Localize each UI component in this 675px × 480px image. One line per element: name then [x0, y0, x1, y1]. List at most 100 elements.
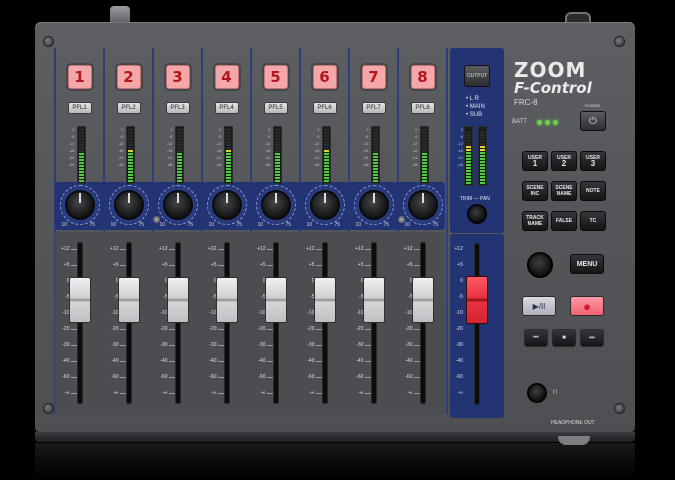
meter-segment [127, 141, 133, 143]
trim-knob[interactable] [211, 190, 242, 220]
channel-fader-knob[interactable] [362, 277, 385, 323]
meter-scale: 0 -6 -12 -18 -24 -48 [257, 126, 271, 168]
fader-scale-label: -30 [209, 342, 217, 348]
trim-knob[interactable] [64, 190, 95, 220]
meter-segment [421, 180, 427, 182]
play-pause-button[interactable]: ▶/II [522, 296, 556, 316]
output-button[interactable]: OUTPUT [464, 65, 490, 87]
fader-tick [266, 361, 273, 362]
pfl-button[interactable]: PFL5 [263, 102, 288, 114]
meter-segment [372, 177, 378, 179]
pfl-button[interactable]: PFL8 [410, 102, 435, 114]
note-button[interactable]: NOTE [580, 181, 606, 201]
fader-tick [413, 393, 420, 394]
trim-knob[interactable] [309, 190, 340, 220]
headphone-volume-knob[interactable] [527, 383, 547, 403]
user-3-button[interactable]: USER 3 [580, 151, 606, 171]
meter-segment [372, 135, 378, 137]
channel-select-button[interactable]: 5 [263, 65, 288, 89]
trim-knob[interactable] [407, 190, 438, 220]
channel-select-button[interactable]: 7 [361, 65, 386, 89]
false-button[interactable]: FALSE [551, 211, 577, 231]
menu-button[interactable]: MENU [570, 254, 604, 274]
fast-forward-button[interactable]: ⏭ [580, 329, 604, 347]
knob-min-label: 10 [404, 222, 411, 228]
rewind-button[interactable]: ⏮ [524, 329, 548, 347]
pfl-button[interactable]: PFL7 [361, 102, 386, 114]
meter-scale-label: -48 [264, 162, 271, 167]
channel-fader-knob[interactable] [313, 277, 336, 323]
channel-fader-knob[interactable] [411, 277, 434, 323]
channel-fader-knob[interactable] [166, 277, 189, 323]
power-button[interactable]: ⏻ [580, 111, 606, 131]
meter-segment [78, 177, 84, 179]
meter-segment [323, 156, 329, 158]
fader-tick [315, 249, 322, 250]
pfl-button[interactable]: PFL3 [165, 102, 190, 114]
meter-segment [127, 177, 133, 179]
user-1-button[interactable]: USER 1 [522, 151, 548, 171]
meter-segment [421, 153, 427, 155]
meter-segment [225, 174, 231, 176]
channel-select-button[interactable]: 8 [410, 65, 435, 89]
channel-select-button[interactable]: 2 [116, 65, 141, 89]
record-button[interactable]: ● [570, 296, 604, 316]
pfl-button[interactable]: PFL4 [214, 102, 239, 114]
fader-tick [315, 361, 322, 362]
meter-scale-label: -6 [364, 134, 369, 139]
trim-knob[interactable] [358, 190, 389, 220]
track-name-button[interactable]: TRACK NAME [522, 211, 548, 231]
meter-segment [78, 171, 84, 173]
channel-fader-knob[interactable] [68, 277, 91, 323]
meter-scale-label: -12 [117, 141, 124, 146]
channel-select-button[interactable]: 4 [214, 65, 239, 89]
meter-segment [372, 138, 378, 140]
pfl-button[interactable]: PFL2 [116, 102, 141, 114]
stop-button[interactable]: ■ [552, 329, 576, 347]
channel-select-button[interactable]: 1 [67, 65, 92, 89]
trim-pan-knob[interactable] [467, 204, 487, 224]
trim-knob[interactable] [162, 190, 193, 220]
meter-segment [421, 165, 427, 167]
meter-scale-label: 0 [219, 127, 222, 132]
meter-scale-label: -6 [413, 134, 418, 139]
meter-segment [421, 147, 427, 149]
master-fader-knob[interactable] [466, 276, 488, 324]
meter-segment [480, 182, 485, 184]
fader-scale-label: +12 [208, 246, 217, 252]
meter-segment [372, 129, 378, 131]
device-reflection [35, 443, 635, 480]
scene-inc-button[interactable]: SCENE INC [522, 181, 548, 201]
menu-encoder-knob[interactable] [527, 252, 553, 278]
meter-scale-label: -24 [68, 155, 75, 160]
knob-min-label: 10 [110, 222, 117, 228]
channel-fader-knob[interactable] [264, 277, 287, 323]
channel-fader-knob[interactable] [215, 277, 238, 323]
fader-tick [364, 393, 371, 394]
pfl-button[interactable]: PFL6 [312, 102, 337, 114]
scene-name-button[interactable]: SCENE NAME [551, 181, 577, 201]
fader-scale-label: -30 [111, 342, 119, 348]
button-text: USER 2 [557, 155, 571, 168]
fader-scale-label: -30 [455, 342, 463, 348]
meter-segment [323, 135, 329, 137]
meter-segment [78, 138, 84, 140]
meter-segment [274, 168, 280, 170]
button-text: TC [590, 218, 597, 224]
button-label: FALSE [555, 218, 573, 224]
fader-scale-label: -40 [209, 358, 217, 364]
pfl-button[interactable]: PFL1 [67, 102, 92, 114]
trim-knob[interactable] [113, 190, 144, 220]
trim-knob[interactable] [260, 190, 291, 220]
tc-button[interactable]: TC [580, 211, 606, 231]
channel-select-button[interactable]: 6 [312, 65, 337, 89]
channel-fader-knob[interactable] [117, 277, 140, 323]
meter-segment [225, 147, 231, 149]
meter-segment [176, 141, 182, 143]
channel-select-button[interactable]: 3 [165, 65, 190, 89]
meter-segment [78, 147, 84, 149]
meter-segment [372, 159, 378, 161]
fader-tick [364, 265, 371, 266]
meter-segment [466, 155, 471, 157]
user-2-button[interactable]: USER 2 [551, 151, 577, 171]
